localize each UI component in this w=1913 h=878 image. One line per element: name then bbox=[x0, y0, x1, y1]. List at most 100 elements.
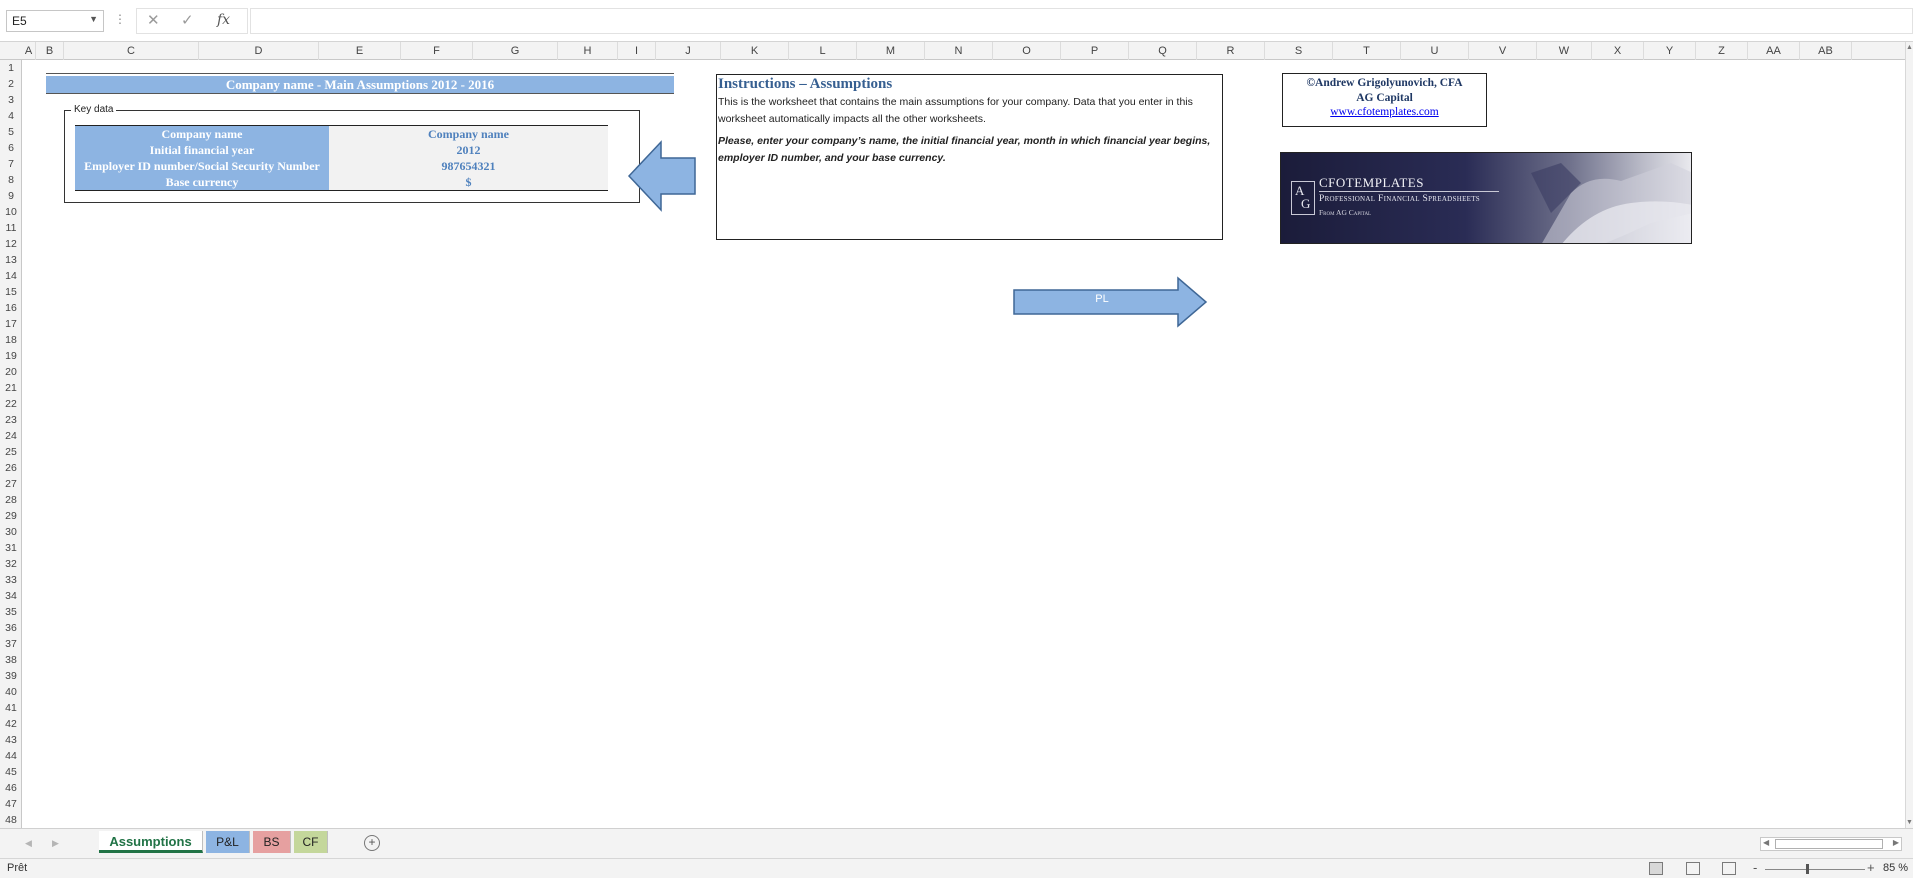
column-header[interactable]: K bbox=[721, 42, 789, 60]
row-header[interactable]: 44 bbox=[0, 748, 22, 764]
key-data-value[interactable]: $ bbox=[329, 174, 608, 190]
column-header[interactable]: N bbox=[925, 42, 993, 60]
scroll-right-icon[interactable]: ▶ bbox=[1893, 838, 1899, 847]
row-header[interactable]: 19 bbox=[0, 348, 22, 364]
insert-function-icon[interactable]: fx bbox=[217, 12, 230, 28]
key-data-value[interactable]: 2012 bbox=[329, 142, 608, 158]
zoom-level[interactable]: 85 % bbox=[1883, 862, 1908, 874]
row-header[interactable]: 23 bbox=[0, 412, 22, 428]
row-header[interactable]: 26 bbox=[0, 460, 22, 476]
zoom-out-button[interactable]: - bbox=[1753, 860, 1757, 875]
row-header[interactable]: 39 bbox=[0, 668, 22, 684]
column-header[interactable]: D bbox=[199, 42, 319, 60]
row-header[interactable]: 7 bbox=[0, 156, 22, 172]
key-data-label[interactable]: Initial financial year bbox=[75, 142, 329, 158]
cancel-icon[interactable]: ✕ bbox=[147, 11, 160, 29]
zoom-in-button[interactable]: + bbox=[1867, 860, 1875, 875]
row-header[interactable]: 40 bbox=[0, 684, 22, 700]
row-header[interactable]: 42 bbox=[0, 716, 22, 732]
key-data-label[interactable]: Base currency bbox=[75, 174, 329, 190]
row-header[interactable]: 17 bbox=[0, 316, 22, 332]
page-break-view-icon[interactable] bbox=[1722, 862, 1736, 875]
column-header[interactable]: I bbox=[618, 42, 656, 60]
key-data-label[interactable]: Company name bbox=[75, 126, 329, 142]
column-header[interactable]: Y bbox=[1644, 42, 1696, 60]
vertical-scrollbar[interactable]: ▲ ▼ bbox=[1905, 42, 1913, 828]
row-header[interactable]: 14 bbox=[0, 268, 22, 284]
row-header[interactable]: 28 bbox=[0, 492, 22, 508]
row-header[interactable]: 4 bbox=[0, 108, 22, 124]
worksheet-grid[interactable]: Company name - Main Assumptions 2012 - 2… bbox=[22, 60, 1905, 828]
column-header[interactable]: C bbox=[64, 42, 199, 60]
column-header[interactable]: F bbox=[401, 42, 473, 60]
row-header[interactable]: 37 bbox=[0, 636, 22, 652]
next-sheet-icon[interactable]: ▶ bbox=[52, 838, 59, 849]
row-header[interactable]: 10 bbox=[0, 204, 22, 220]
scroll-up-icon[interactable]: ▲ bbox=[1906, 44, 1913, 51]
website-link[interactable]: www.cfotemplates.com bbox=[1283, 106, 1486, 118]
key-data-value[interactable]: 987654321 bbox=[329, 158, 608, 174]
horizontal-scrollbar[interactable]: ◀ ▶ bbox=[1760, 837, 1902, 851]
column-header[interactable]: AA bbox=[1748, 42, 1800, 60]
tab-bs[interactable]: BS bbox=[253, 831, 291, 853]
enter-icon[interactable]: ✓ bbox=[181, 11, 194, 29]
row-header[interactable]: 41 bbox=[0, 700, 22, 716]
row-header[interactable]: 16 bbox=[0, 300, 22, 316]
zoom-slider[interactable] bbox=[1765, 869, 1865, 870]
row-header[interactable]: 48 bbox=[0, 812, 22, 828]
left-arrow-shape[interactable] bbox=[627, 140, 697, 212]
row-header[interactable]: 29 bbox=[0, 508, 22, 524]
row-header[interactable]: 25 bbox=[0, 444, 22, 460]
row-header[interactable]: 3 bbox=[0, 92, 22, 108]
normal-view-icon[interactable] bbox=[1649, 862, 1663, 875]
row-header[interactable]: 35 bbox=[0, 604, 22, 620]
row-header[interactable]: 15 bbox=[0, 284, 22, 300]
column-header[interactable]: Z bbox=[1696, 42, 1748, 60]
column-header[interactable]: M bbox=[857, 42, 925, 60]
column-header[interactable]: X bbox=[1592, 42, 1644, 60]
column-header[interactable]: A bbox=[22, 42, 36, 60]
column-header[interactable]: R bbox=[1197, 42, 1265, 60]
row-header[interactable]: 38 bbox=[0, 652, 22, 668]
row-header[interactable]: 47 bbox=[0, 796, 22, 812]
page-layout-view-icon[interactable] bbox=[1686, 862, 1700, 875]
column-header[interactable]: S bbox=[1265, 42, 1333, 60]
name-box[interactable]: E5 ▼ bbox=[6, 10, 104, 32]
row-header[interactable]: 2 bbox=[0, 76, 22, 92]
row-header[interactable]: 34 bbox=[0, 588, 22, 604]
row-header[interactable]: 6 bbox=[0, 140, 22, 156]
row-header[interactable]: 8 bbox=[0, 172, 22, 188]
row-header[interactable]: 43 bbox=[0, 732, 22, 748]
prev-sheet-icon[interactable]: ◀ bbox=[25, 838, 32, 849]
row-header[interactable]: 22 bbox=[0, 396, 22, 412]
row-header[interactable]: 5 bbox=[0, 124, 22, 140]
column-header[interactable]: AB bbox=[1800, 42, 1852, 60]
scroll-down-icon[interactable]: ▼ bbox=[1906, 819, 1913, 826]
row-header[interactable]: 24 bbox=[0, 428, 22, 444]
zoom-slider-thumb[interactable] bbox=[1806, 864, 1809, 874]
column-header[interactable]: Q bbox=[1129, 42, 1197, 60]
tab-pl[interactable]: P&L bbox=[206, 831, 250, 853]
column-header[interactable]: U bbox=[1401, 42, 1469, 60]
row-header[interactable]: 21 bbox=[0, 380, 22, 396]
horizontal-scroll-thumb[interactable] bbox=[1775, 839, 1883, 849]
row-header[interactable]: 13 bbox=[0, 252, 22, 268]
row-header[interactable]: 46 bbox=[0, 780, 22, 796]
row-header[interactable]: 20 bbox=[0, 364, 22, 380]
column-header[interactable]: V bbox=[1469, 42, 1537, 60]
row-header[interactable]: 36 bbox=[0, 620, 22, 636]
row-header[interactable]: 30 bbox=[0, 524, 22, 540]
formula-input[interactable] bbox=[250, 8, 1913, 34]
column-header[interactable]: P bbox=[1061, 42, 1129, 60]
row-header[interactable]: 11 bbox=[0, 220, 22, 236]
column-header[interactable]: T bbox=[1333, 42, 1401, 60]
column-header[interactable]: W bbox=[1537, 42, 1592, 60]
name-box-dropdown-icon[interactable]: ▼ bbox=[89, 14, 98, 24]
row-header[interactable]: 12 bbox=[0, 236, 22, 252]
row-header[interactable]: 31 bbox=[0, 540, 22, 556]
column-header[interactable]: B bbox=[36, 42, 64, 60]
row-header[interactable]: 1 bbox=[0, 60, 22, 76]
column-header[interactable]: J bbox=[656, 42, 721, 60]
row-header[interactable]: 9 bbox=[0, 188, 22, 204]
column-header[interactable]: E bbox=[319, 42, 401, 60]
